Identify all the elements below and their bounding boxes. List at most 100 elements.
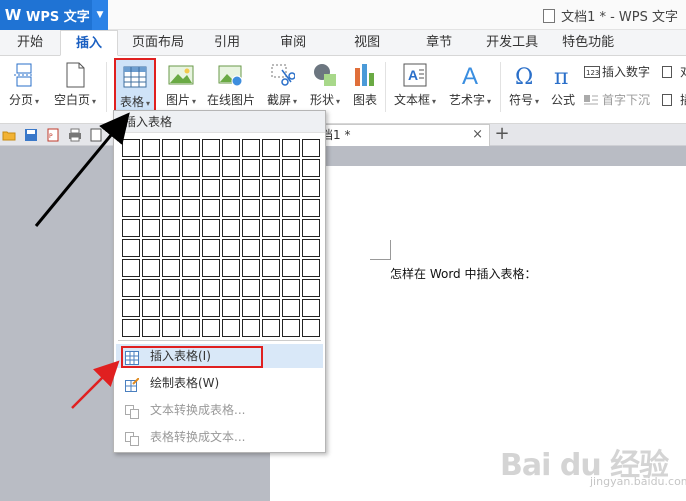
grid-cell[interactable]	[302, 299, 320, 317]
grid-cell[interactable]	[202, 279, 220, 297]
grid-cell[interactable]	[302, 259, 320, 277]
grid-cell[interactable]	[162, 319, 180, 337]
grid-cell[interactable]	[142, 219, 160, 237]
grid-cell[interactable]	[222, 139, 240, 157]
grid-cell[interactable]	[262, 219, 280, 237]
grid-cell[interactable]	[202, 159, 220, 177]
print-icon[interactable]	[68, 128, 82, 142]
grid-cell[interactable]	[162, 299, 180, 317]
grid-cell[interactable]	[142, 239, 160, 257]
grid-cell[interactable]	[162, 219, 180, 237]
grid-cell[interactable]	[302, 279, 320, 297]
grid-cell[interactable]	[302, 179, 320, 197]
grid-cell[interactable]	[202, 259, 220, 277]
grid-cell[interactable]	[222, 199, 240, 217]
grid-cell[interactable]	[262, 179, 280, 197]
wordart-button[interactable]: A 艺术字 ▾	[444, 58, 496, 114]
grid-cell[interactable]	[282, 219, 300, 237]
grid-cell[interactable]	[142, 139, 160, 157]
grid-cell[interactable]	[302, 239, 320, 257]
grid-cell[interactable]	[242, 259, 260, 277]
grid-cell[interactable]	[282, 279, 300, 297]
close-icon[interactable]: ×	[472, 125, 483, 145]
grid-cell[interactable]	[202, 319, 220, 337]
tab-page-layout[interactable]: 页面布局	[118, 30, 198, 56]
grid-cell[interactable]	[282, 259, 300, 277]
grid-cell[interactable]	[262, 159, 280, 177]
table-size-grid[interactable]	[122, 139, 320, 337]
grid-cell[interactable]	[182, 299, 200, 317]
grid-cell[interactable]	[222, 159, 240, 177]
grid-cell[interactable]	[182, 319, 200, 337]
grid-cell[interactable]	[222, 219, 240, 237]
grid-cell[interactable]	[122, 139, 140, 157]
grid-cell[interactable]	[142, 259, 160, 277]
grid-cell[interactable]	[262, 239, 280, 257]
grid-cell[interactable]	[202, 179, 220, 197]
table-button[interactable]: 表格 ▾	[114, 58, 156, 112]
grid-cell[interactable]	[282, 199, 300, 217]
grid-cell[interactable]	[242, 159, 260, 177]
grid-cell[interactable]	[302, 219, 320, 237]
grid-cell[interactable]	[182, 259, 200, 277]
print-preview-icon[interactable]	[90, 128, 104, 142]
tab-review[interactable]: 审阅	[256, 30, 330, 56]
grid-cell[interactable]	[162, 259, 180, 277]
grid-cell[interactable]	[262, 279, 280, 297]
grid-cell[interactable]	[122, 299, 140, 317]
document-text[interactable]: 怎样在 Word 中插入表格：	[390, 265, 536, 282]
tab-references[interactable]: 引用	[198, 30, 256, 56]
tab-features[interactable]: 特色功能	[550, 30, 626, 56]
grid-cell[interactable]	[242, 139, 260, 157]
grid-cell[interactable]	[122, 239, 140, 257]
grid-cell[interactable]	[182, 199, 200, 217]
grid-cell[interactable]	[262, 319, 280, 337]
grid-cell[interactable]	[302, 319, 320, 337]
save-icon[interactable]	[24, 128, 38, 142]
grid-cell[interactable]	[202, 219, 220, 237]
grid-cell[interactable]	[182, 219, 200, 237]
symbol-button[interactable]: Ω 符号 ▾	[505, 58, 543, 114]
open-folder-icon[interactable]	[2, 128, 16, 142]
insert-number-button[interactable]: 123 插入数字	[584, 63, 650, 80]
grid-cell[interactable]	[282, 159, 300, 177]
grid-cell[interactable]	[162, 279, 180, 297]
grid-cell[interactable]	[182, 239, 200, 257]
online-picture-button[interactable]: 在线图片	[204, 58, 258, 114]
grid-cell[interactable]	[122, 259, 140, 277]
attachment-button[interactable]: 插	[662, 91, 686, 108]
grid-cell[interactable]	[182, 279, 200, 297]
grid-cell[interactable]	[122, 219, 140, 237]
grid-cell[interactable]	[262, 259, 280, 277]
grid-cell[interactable]	[162, 139, 180, 157]
grid-cell[interactable]	[282, 299, 300, 317]
grid-cell[interactable]	[302, 199, 320, 217]
grid-cell[interactable]	[242, 219, 260, 237]
chevron-down-icon[interactable]: ▼	[92, 0, 108, 30]
grid-cell[interactable]	[142, 159, 160, 177]
grid-cell[interactable]	[202, 299, 220, 317]
tab-developer[interactable]: 开发工具	[474, 30, 550, 56]
formula-button[interactable]: π 公式	[546, 58, 580, 114]
grid-cell[interactable]	[122, 319, 140, 337]
grid-cell[interactable]	[142, 199, 160, 217]
grid-cell[interactable]	[222, 239, 240, 257]
screenshot-button[interactable]: 截屏 ▾	[262, 58, 302, 114]
grid-cell[interactable]	[202, 239, 220, 257]
grid-cell[interactable]	[222, 179, 240, 197]
grid-cell[interactable]	[282, 319, 300, 337]
grid-cell[interactable]	[302, 159, 320, 177]
grid-cell[interactable]	[162, 199, 180, 217]
grid-cell[interactable]	[182, 139, 200, 157]
grid-cell[interactable]	[122, 199, 140, 217]
shapes-button[interactable]: 形状 ▾	[305, 58, 345, 114]
grid-cell[interactable]	[242, 279, 260, 297]
grid-cell[interactable]	[222, 319, 240, 337]
grid-cell[interactable]	[242, 319, 260, 337]
grid-cell[interactable]	[242, 179, 260, 197]
grid-cell[interactable]	[262, 139, 280, 157]
document-tab[interactable]: 档1 * ×	[300, 124, 490, 146]
grid-cell[interactable]	[282, 179, 300, 197]
grid-cell[interactable]	[122, 279, 140, 297]
grid-cell[interactable]	[262, 199, 280, 217]
